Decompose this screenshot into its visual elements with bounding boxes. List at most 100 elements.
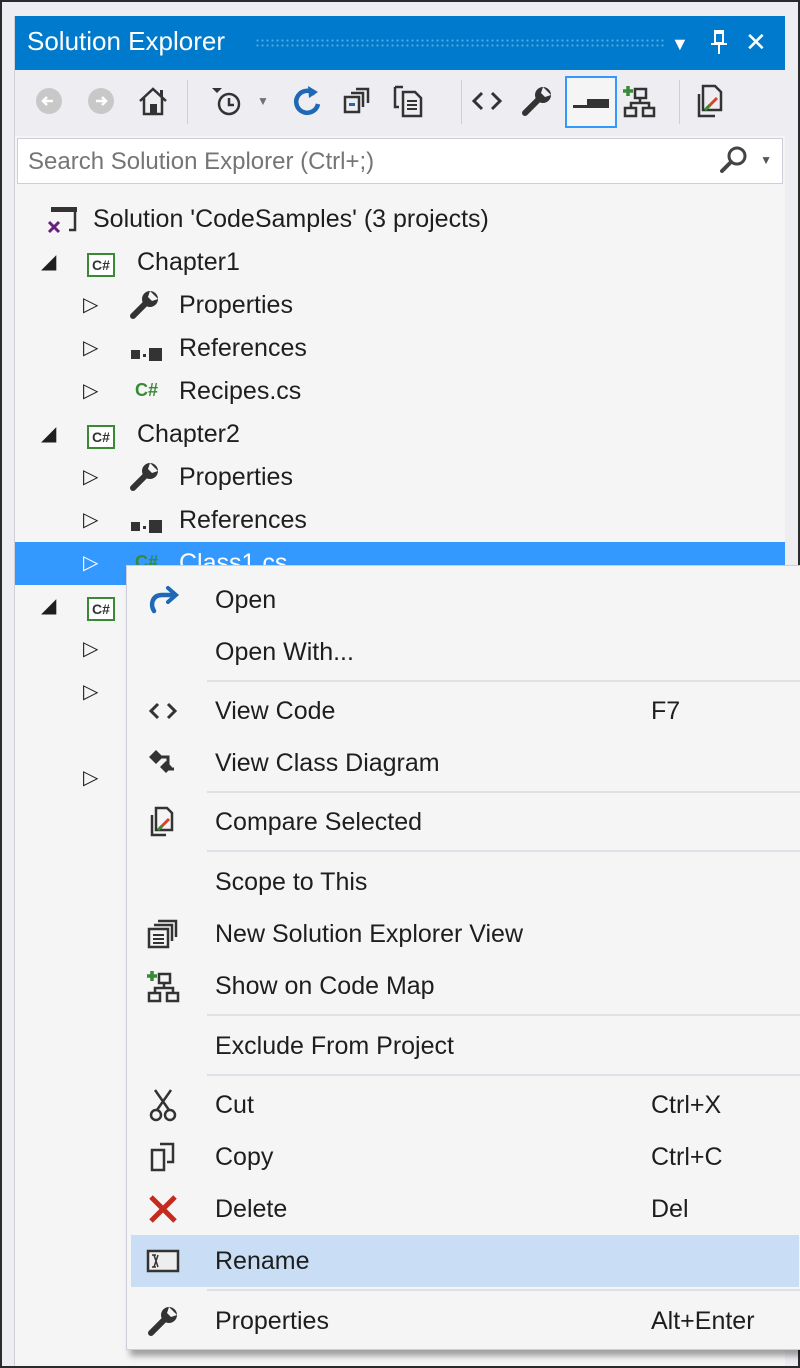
menu-item-label: Delete	[215, 1195, 288, 1223]
compare-icon	[145, 806, 181, 838]
preview-icon	[573, 99, 609, 108]
menu-item-label: View Code	[215, 697, 336, 725]
search-icon[interactable]	[718, 145, 748, 182]
menu-item-open-with[interactable]: Open With...	[131, 626, 799, 678]
chevron-down-icon[interactable]: ▼	[671, 30, 689, 58]
rename-icon	[145, 1245, 181, 1277]
title-bar: Solution Explorer ▼ ✕	[15, 16, 785, 70]
menu-item-show-on-code-map[interactable]: Show on Code Map	[131, 960, 799, 1012]
menu-item-compare-selected[interactable]: Compare Selected	[131, 796, 799, 848]
home-icon	[139, 87, 167, 116]
menu-item-copy[interactable]: Copy Ctrl+C	[131, 1131, 799, 1183]
refresh-icon	[293, 86, 321, 115]
menu-separator	[207, 1014, 800, 1016]
menu-item-exclude-from-project[interactable]: Exclude From Project	[131, 1020, 799, 1072]
toolbar-separator	[187, 80, 188, 124]
collapse-all-icon	[343, 87, 370, 114]
collapsed-arrow-icon[interactable]: ▷	[83, 292, 98, 317]
references-icon	[129, 341, 165, 370]
code-icon	[471, 91, 503, 111]
compare-button[interactable]	[691, 80, 731, 122]
menu-item-rename[interactable]: Rename	[131, 1235, 799, 1287]
forward-button[interactable]	[81, 80, 121, 122]
expanded-arrow-icon[interactable]: ◢	[41, 249, 56, 274]
tree-item-csfile[interactable]: ▷ C# Recipes.cs	[15, 370, 785, 413]
preview-selected-button[interactable]	[565, 76, 617, 128]
menu-item-scope-to-this[interactable]: Scope to This	[131, 856, 799, 908]
menu-separator	[207, 850, 800, 852]
back-icon	[36, 88, 62, 114]
tree-item-project[interactable]: ◢ C# Chapter2	[15, 413, 785, 456]
search-box: ▼	[17, 138, 783, 184]
show-all-files-icon	[393, 85, 423, 118]
filter-dropdown[interactable]: ▼	[251, 80, 275, 122]
menu-item-shortcut: F7	[651, 697, 681, 725]
tree-item-project[interactable]: ◢ C# Chapter1	[15, 241, 785, 284]
collapsed-arrow-icon[interactable]: ▷	[83, 335, 98, 360]
collapsed-arrow-icon[interactable]: ▷	[83, 765, 98, 790]
pending-changes-filter-button[interactable]	[207, 80, 247, 122]
collapsed-arrow-icon[interactable]: ▷	[83, 378, 98, 403]
menu-separator	[207, 791, 800, 793]
open-arrow-icon	[145, 584, 181, 616]
menu-item-label: Open	[215, 586, 277, 614]
collapsed-arrow-icon[interactable]: ▷	[83, 636, 98, 661]
collapsed-arrow-icon[interactable]: ▷	[83, 464, 98, 489]
menu-item-delete[interactable]: Delete Del	[131, 1183, 799, 1235]
menu-item-label: Open With...	[215, 638, 354, 666]
menu-item-label: Properties	[215, 1307, 329, 1335]
search-input[interactable]	[26, 145, 710, 179]
new-view-icon	[145, 918, 181, 950]
menu-item-label: Exclude From Project	[215, 1032, 454, 1060]
tree-item-solution[interactable]: Solution 'CodeSamples' (3 projects)	[15, 198, 785, 241]
collapsed-arrow-icon[interactable]: ▷	[83, 679, 98, 704]
view-code-button[interactable]	[467, 80, 507, 122]
expanded-arrow-icon[interactable]: ◢	[41, 593, 56, 618]
wrench-icon	[522, 87, 551, 116]
collapse-all-button[interactable]	[337, 80, 377, 122]
menu-item-cut[interactable]: Cut Ctrl+X	[131, 1079, 799, 1131]
menu-item-label: Scope to This	[215, 868, 368, 896]
show-on-code-map-button[interactable]	[619, 80, 659, 122]
pin-icon[interactable]	[709, 28, 729, 61]
menu-item-properties[interactable]: Properties Alt+Enter	[131, 1295, 799, 1347]
menu-item-shortcut: Ctrl+C	[651, 1143, 723, 1171]
collapsed-arrow-icon[interactable]: ▷	[83, 550, 98, 575]
tree-item-references[interactable]: ▷ References	[15, 327, 785, 370]
show-all-files-button[interactable]	[389, 80, 429, 122]
compare-icon	[697, 84, 723, 118]
search-options-dropdown[interactable]: ▼	[760, 153, 772, 167]
menu-item-label: New Solution Explorer View	[215, 920, 524, 948]
menu-separator	[207, 1289, 800, 1291]
tree-item-label: References	[179, 334, 307, 362]
window-frame: Solution Explorer ▼ ✕ ▼ Search Solution …	[2, 2, 800, 1366]
copy-icon	[145, 1141, 181, 1173]
expanded-arrow-icon[interactable]: ◢	[41, 421, 56, 446]
menu-item-view-class-diagram[interactable]: View Class Diagram	[131, 737, 799, 789]
menu-item-open[interactable]: Open	[131, 574, 799, 626]
sync-button[interactable]	[287, 80, 327, 122]
tree-item-label: Properties	[179, 463, 293, 491]
home-button[interactable]	[133, 80, 173, 122]
toolbar-separator	[461, 80, 462, 124]
menu-item-label: Cut	[215, 1091, 254, 1119]
collapsed-arrow-icon[interactable]: ▷	[83, 507, 98, 532]
menu-item-label: Rename	[215, 1247, 310, 1275]
close-icon[interactable]: ✕	[745, 28, 767, 56]
tree-item-properties[interactable]: ▷ Properties	[15, 284, 785, 327]
menu-item-label: Compare Selected	[215, 808, 423, 836]
menu-item-view-code[interactable]: View Code F7	[131, 685, 799, 737]
delete-icon	[145, 1193, 181, 1225]
wrench-icon	[129, 290, 161, 327]
drag-grip[interactable]	[255, 38, 665, 48]
menu-item-shortcut: Alt+Enter	[651, 1307, 755, 1335]
menu-item-label: Show on Code Map	[215, 972, 435, 1000]
back-button[interactable]	[29, 80, 69, 122]
tree-item-label: Chapter1	[137, 248, 240, 276]
menu-item-new-solution-explorer-view[interactable]: New Solution Explorer View	[131, 908, 799, 960]
code-map-icon	[145, 970, 181, 1003]
properties-button[interactable]	[517, 80, 557, 122]
tree-item-references[interactable]: ▷ References	[15, 499, 785, 542]
menu-separator	[207, 1074, 800, 1076]
tree-item-properties[interactable]: ▷ Properties	[15, 456, 785, 499]
